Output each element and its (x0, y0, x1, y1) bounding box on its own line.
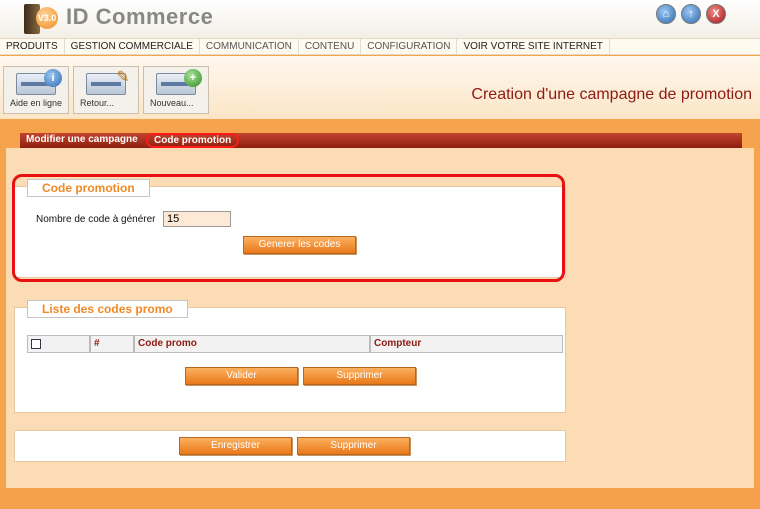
select-all-checkbox[interactable] (31, 339, 41, 349)
delete-codes-button[interactable]: Supprimer (303, 367, 416, 385)
menu-item-contenu[interactable]: CONTENU (299, 39, 362, 54)
add-plus-icon: + (184, 69, 202, 87)
menu-item-communication[interactable]: COMMUNICATION (200, 39, 299, 54)
help-button[interactable]: i Aide en ligne (3, 66, 69, 114)
menu-item-gestion-commerciale[interactable]: GESTION COMMERCIALE (65, 39, 200, 54)
help-button-label: Aide en ligne (10, 98, 63, 108)
app-header: V3.0 ID Commerce ⌂ ↑ X (0, 0, 760, 38)
info-icon: i (44, 69, 62, 87)
app-title: ID Commerce (66, 4, 214, 29)
home-icon[interactable]: ⌂ (656, 4, 676, 24)
new-button[interactable]: + Nouveau... (143, 66, 209, 114)
back-button-label: Retour... (80, 98, 115, 108)
select-all-header (27, 335, 90, 353)
column-header-code: Code promo (134, 335, 370, 353)
footer-bar (0, 488, 760, 509)
actions-panel: Enregistrer Supprimer (14, 430, 566, 462)
codes-list-legend: Liste des codes promo (27, 300, 188, 318)
codes-list-fieldset: Liste des codes promo # Code promo Compt… (14, 300, 566, 413)
tab-modifier-campagne[interactable]: Modifier une campagne (20, 133, 144, 148)
back-button[interactable]: ✎ Retour... (73, 66, 139, 114)
validate-button[interactable]: Valider (185, 367, 298, 385)
close-icon[interactable]: X (706, 4, 726, 24)
menu-item-produits[interactable]: PRODUITS (0, 39, 65, 54)
toolbar: i Aide en ligne ✎ Retour... + Nouveau...… (0, 56, 760, 119)
menu-item-configuration[interactable]: CONFIGURATION (361, 39, 458, 54)
header-actions: ⌂ ↑ X (656, 4, 726, 24)
main-panel: Code promotion Nombre de code à générer … (6, 148, 754, 488)
menu-item-voir-site[interactable]: VOIR VOTRE SITE INTERNET (457, 39, 610, 54)
delete-campaign-button[interactable]: Supprimer (297, 437, 410, 455)
save-button[interactable]: Enregistrer (179, 437, 292, 455)
page-title: Creation d'une campagne de promotion (471, 86, 752, 103)
up-arrow-icon[interactable]: ↑ (681, 4, 701, 24)
highlight-outline (12, 174, 565, 282)
app-logo: V3.0 (24, 4, 64, 34)
edit-pen-icon: ✎ (116, 69, 130, 86)
column-header-counter: Compteur (370, 335, 563, 353)
main-menu: PRODUITS GESTION COMMERCIALE COMMUNICATI… (0, 38, 760, 55)
new-button-label: Nouveau... (150, 98, 194, 108)
column-header-number: # (90, 335, 134, 353)
tab-code-promotion[interactable]: Code promotion (146, 133, 240, 148)
version-badge: V3.0 (36, 7, 58, 29)
tab-bar: Modifier une campagne Code promotion (20, 133, 742, 148)
